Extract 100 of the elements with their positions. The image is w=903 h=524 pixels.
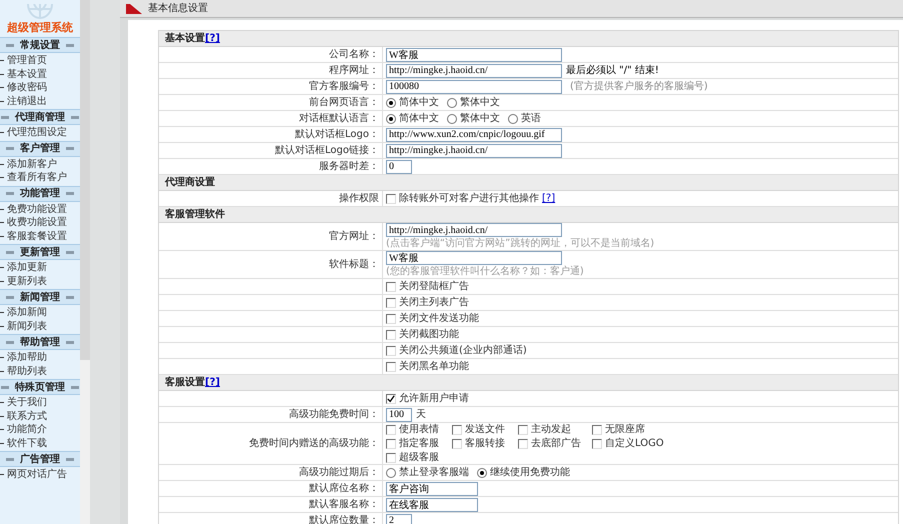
field-label: 公司名称：: [329, 48, 379, 61]
triangle-icon: [126, 4, 142, 14]
sidebar-link[interactable]: 代理范围设定: [0, 126, 80, 140]
sidebar-link[interactable]: 修改密码: [0, 81, 80, 94]
help-link[interactable]: [?]: [205, 32, 220, 45]
checkbox[interactable]: [386, 314, 396, 324]
dash-icon: [71, 386, 79, 388]
text-field[interactable]: http://mingke.j.haoid.cn/: [386, 144, 562, 158]
dash-icon: [66, 44, 74, 46]
sidebar-link[interactable]: 查看所有客户: [0, 171, 80, 184]
sidebar-link[interactable]: 注销退出: [0, 94, 80, 108]
checkbox[interactable]: [386, 282, 396, 292]
option-label: 简体中文: [399, 112, 439, 125]
section-title: 代理商设置: [165, 176, 215, 189]
dash-icon: [6, 250, 14, 254]
field-label: 默认对话框Logo链接：: [275, 144, 379, 157]
option-label: 继续使用免费功能: [490, 466, 570, 479]
option-label: 繁体中文: [460, 112, 500, 125]
radio-button[interactable]: [447, 114, 457, 124]
radio-button[interactable]: [508, 114, 518, 124]
dash-icon: [1, 386, 9, 388]
checkbox[interactable]: [386, 438, 396, 448]
text-field[interactable]: 100080: [386, 80, 562, 94]
sidebar-link[interactable]: 收费功能设置: [0, 216, 80, 230]
unit-label: 天: [416, 408, 426, 421]
dash-icon: [6, 296, 14, 298]
option-label: 关闭文件发送功能: [399, 312, 479, 325]
text-field[interactable]: 在线客服: [386, 498, 478, 512]
sidebar-link[interactable]: 客服套餐设置: [0, 230, 80, 243]
text-field[interactable]: W客服: [386, 251, 562, 265]
group-title: 特殊页管理: [15, 380, 65, 394]
group-title: 更新管理: [20, 246, 60, 258]
field-label: 默认席位名称：: [309, 482, 379, 495]
checkbox[interactable]: [518, 438, 528, 448]
field-note: 最后必须以 "/" 结束!: [566, 64, 659, 77]
sidebar-link[interactable]: 软件下载: [0, 436, 80, 450]
text-field[interactable]: 0: [386, 160, 412, 174]
field-label: 默认客服名称：: [309, 498, 379, 511]
option-label: 繁体中文: [460, 96, 500, 109]
help-link[interactable]: [?]: [205, 376, 220, 389]
globe-icon: [27, 4, 53, 19]
sidebar-link[interactable]: 添加更新: [0, 261, 80, 274]
text-field[interactable]: 100: [386, 408, 412, 422]
checkbox[interactable]: [518, 424, 528, 434]
sidebar-link[interactable]: 功能简介: [0, 423, 80, 436]
radio-button[interactable]: [386, 98, 396, 108]
checkbox[interactable]: [386, 424, 396, 434]
text-field[interactable]: 客户咨询: [386, 482, 478, 496]
checkbox[interactable]: [386, 452, 396, 462]
text-field[interactable]: http://mingke.j.haoid.cn/: [386, 223, 562, 237]
field-label: 软件标题：: [329, 258, 379, 271]
option-label: 指定客服: [399, 437, 439, 450]
checkbox[interactable]: [386, 346, 396, 356]
radio-button[interactable]: [447, 98, 457, 108]
sidebar-link[interactable]: 基本设置: [0, 68, 80, 81]
field-label: 高级功能过期后：: [299, 466, 379, 479]
sidebar-link[interactable]: 帮助列表: [0, 364, 80, 378]
sidebar-link[interactable]: 添加新闻: [0, 306, 80, 320]
sidebar-link[interactable]: 免费功能设置: [0, 202, 80, 216]
radio-button[interactable]: [386, 468, 396, 478]
sidebar-link[interactable]: 更新列表: [0, 274, 80, 288]
group-title: 常规设置: [20, 38, 60, 52]
checkbox[interactable]: [592, 438, 602, 448]
sidebar-link[interactable]: 新闻列表: [0, 320, 80, 333]
system-title: 超级管理系统: [7, 20, 73, 36]
checkbox[interactable]: [386, 394, 396, 404]
dash-icon: [66, 458, 74, 460]
scrollbar[interactable]: [80, 0, 90, 524]
checkbox[interactable]: [592, 424, 602, 434]
dash-icon: [66, 296, 74, 298]
option-label: 去底部广告: [531, 437, 581, 450]
checkbox[interactable]: [452, 438, 462, 448]
group-title: 帮助管理: [20, 336, 60, 348]
dash-icon: [6, 147, 14, 150]
checkbox[interactable]: [386, 298, 396, 308]
option-label: 发送文件: [465, 423, 505, 436]
checkbox[interactable]: [386, 362, 396, 372]
text-field[interactable]: http://www.xun2.com/cnpic/logouu.gif: [386, 128, 562, 142]
group-title: 代理商管理: [15, 110, 65, 124]
option-label: 使用表情: [399, 423, 439, 436]
radio-button[interactable]: [386, 114, 396, 124]
option-label: 关闭登陆框广告: [399, 280, 469, 293]
checkbox[interactable]: [386, 330, 396, 340]
help-link[interactable]: [?]: [542, 192, 556, 205]
text-field[interactable]: W客服: [386, 48, 562, 62]
sidebar-link[interactable]: 添加新客户: [0, 158, 80, 171]
group-title: 客户管理: [20, 142, 60, 155]
checkbox[interactable]: [386, 194, 396, 204]
sidebar-link[interactable]: 管理首页: [0, 54, 80, 68]
text-field[interactable]: 2: [386, 514, 412, 524]
sidebar-link[interactable]: 添加帮助: [0, 351, 80, 364]
checkbox[interactable]: [452, 424, 462, 434]
sidebar-link[interactable]: 网页对话广告: [0, 468, 80, 482]
text-field[interactable]: http://mingke.j.haoid.cn/: [386, 64, 562, 78]
sidebar-link[interactable]: 联系方式: [0, 410, 80, 423]
option-label: 简体中文: [399, 96, 439, 109]
field-label: 操作权限: [339, 192, 379, 205]
dash-icon: [66, 192, 74, 195]
sidebar-link[interactable]: 关于我们: [0, 396, 80, 410]
radio-button[interactable]: [477, 468, 487, 478]
